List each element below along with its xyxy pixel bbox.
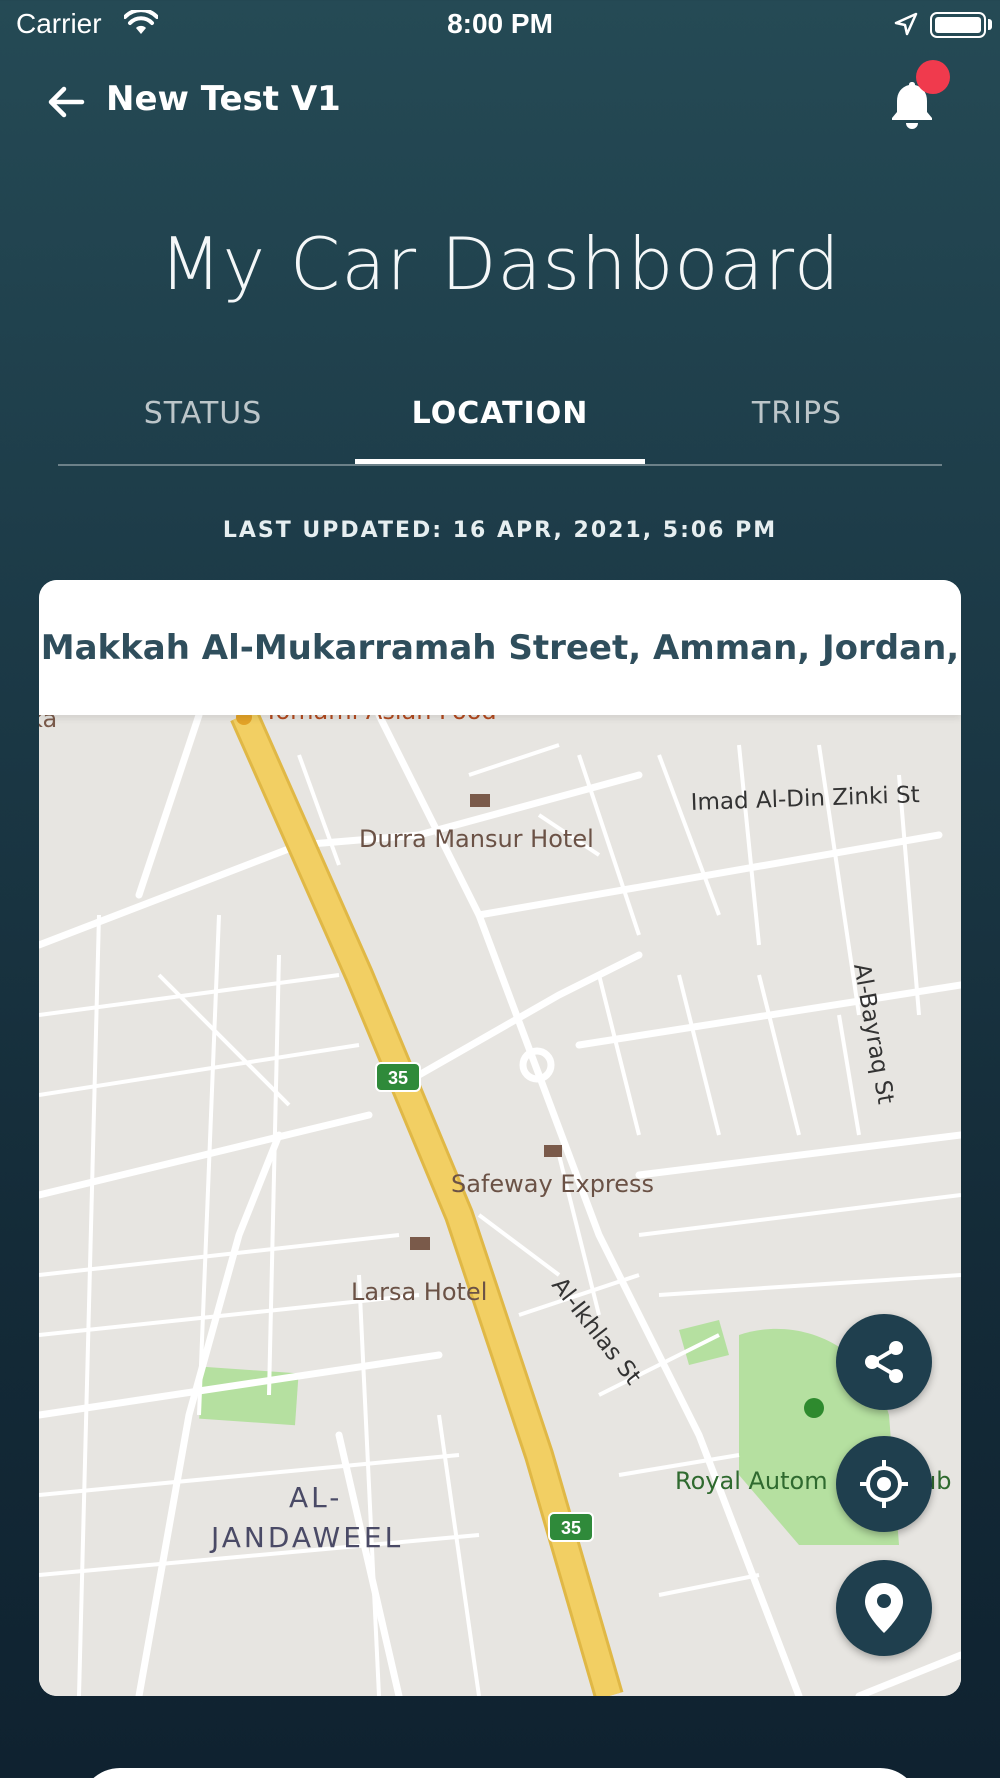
back-arrow-icon[interactable]: [44, 80, 88, 124]
page-title: My Car Dashboard: [159, 222, 841, 306]
notification-badge: [916, 60, 950, 94]
map-label-larsa-hotel: Larsa Hotel: [351, 1278, 487, 1306]
show-pin-button[interactable]: [836, 1560, 932, 1656]
park-tree-icon: [804, 1398, 824, 1418]
map-label-ka: ka: [39, 715, 57, 733]
status-bar: Carrier 8:00 PM: [0, 0, 1000, 50]
battery-icon: [930, 12, 986, 38]
tab-trips[interactable]: TRIPS: [652, 396, 942, 431]
location-services-icon: [894, 12, 918, 36]
map-label-al: AL-: [289, 1481, 342, 1514]
shopping-cart-icon: [544, 1145, 562, 1157]
map-label-yomami: Yomami Asian Food: [263, 715, 497, 725]
route-35-shield-bottom: 35: [561, 1518, 581, 1538]
tab-bar: STATUS LOCATION TRIPS: [58, 388, 942, 466]
clock: 8:00 PM: [447, 8, 553, 39]
crosshair-icon: [860, 1460, 908, 1508]
tab-location[interactable]: LOCATION: [355, 396, 645, 431]
active-tab-indicator: [355, 459, 645, 464]
hotel-icon: [410, 1237, 430, 1250]
bottom-sheet-handle[interactable]: [80, 1768, 920, 1778]
center-location-button[interactable]: [836, 1436, 932, 1532]
share-icon: [865, 1341, 903, 1383]
location-card: Makkah Al-Mukarramah Street, Amman, Jord…: [39, 580, 961, 1696]
last-updated-label: LAST UPDATED: 16 APR, 2021, 5:06 PM: [222, 518, 778, 543]
tab-status[interactable]: STATUS: [58, 396, 348, 431]
map-view[interactable]: 35 35 ka Yomami Asian Food Durra Mansur …: [39, 715, 961, 1696]
map-label-royal-automobile-club: Royal Autom: [675, 1467, 828, 1495]
map-label-jandaweel: JANDAWEEL: [209, 1521, 403, 1554]
map-label-safeway-express: Safeway Express: [451, 1170, 654, 1198]
share-location-button[interactable]: [836, 1314, 932, 1410]
map-label-durra-mansur-hotel: Durra Mansur Hotel: [359, 825, 594, 853]
address-text: Makkah Al-Mukarramah Street, Amman, Jord…: [39, 580, 961, 715]
map-canvas: 35 35 ka Yomami Asian Food Durra Mansur …: [39, 715, 961, 1696]
battery-tip: [988, 19, 992, 30]
route-35-shield-top: 35: [388, 1068, 408, 1088]
header-title: New Test V1: [106, 79, 341, 119]
map-pin-icon: [865, 1583, 903, 1633]
hotel-icon: [470, 794, 490, 807]
